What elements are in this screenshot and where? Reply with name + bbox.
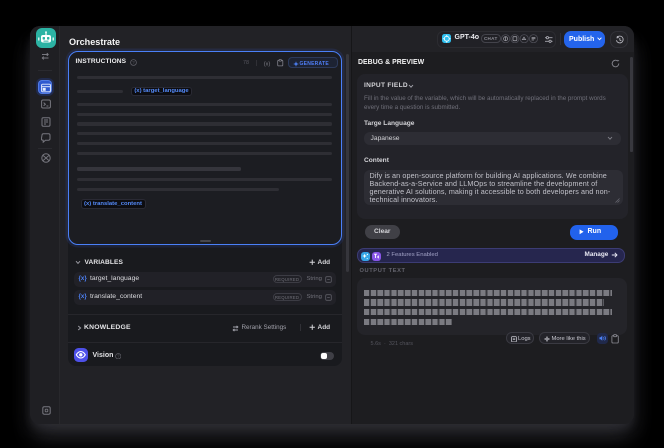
svg-text:?: ? [132,60,135,65]
svg-text:{x}: {x} [264,61,270,67]
svg-text:?: ? [117,353,120,358]
